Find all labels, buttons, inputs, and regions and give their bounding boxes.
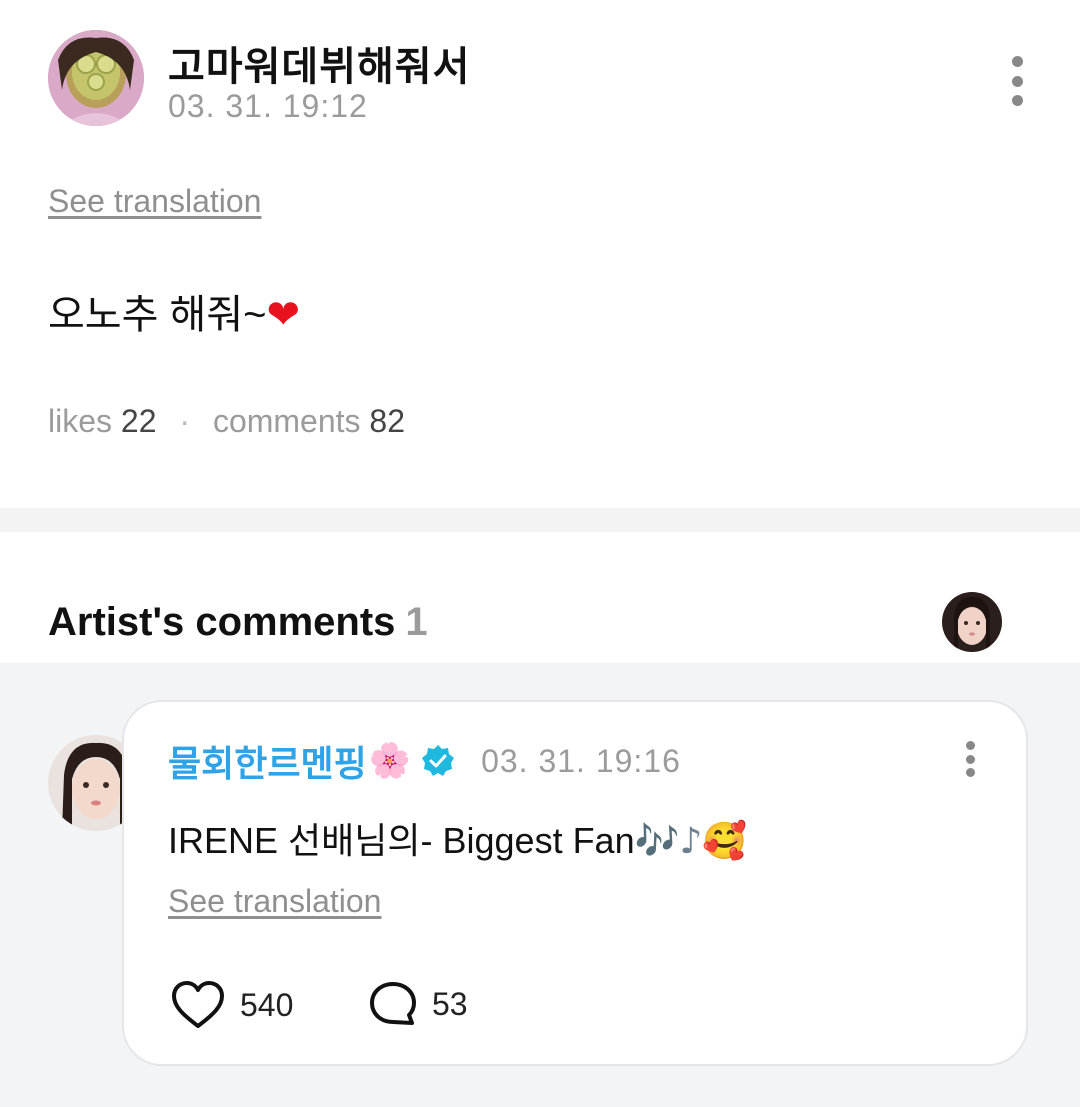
post-body-text: 오노추 해줘~ <box>48 293 267 337</box>
artist-comments-label: Artist's comments <box>48 600 396 644</box>
music-notes-emoji: 🎶♪ <box>634 821 703 862</box>
likes-label: likes <box>48 403 113 439</box>
author-name[interactable]: 고마워데뷔해줘서 <box>168 34 470 92</box>
artist-comments-title: Artist's comments 1 <box>48 600 428 645</box>
post-see-translation-link[interactable]: See translation <box>48 183 261 220</box>
post-header: 고마워데뷔해줘서 03. 31. 19:12 <box>0 0 1080 150</box>
heart-emoji: ❤ <box>266 292 300 338</box>
comments-count: 82 <box>369 403 406 439</box>
more-vertical-icon[interactable] <box>1005 56 1029 106</box>
comment-timestamp: 03. 31. 19:16 <box>481 742 681 779</box>
artist-avatar[interactable] <box>942 592 1002 652</box>
comment-header: 물회한르멘핑 🌸 03. 31. 19:16 <box>168 736 681 786</box>
post-timestamp: 03. 31. 19:12 <box>168 88 368 124</box>
like-button[interactable]: 540 <box>170 980 293 1030</box>
likes-count: 22 <box>120 403 157 439</box>
more-vertical-icon[interactable] <box>958 741 982 777</box>
post-stats: likes 22 · comments 82 <box>48 403 405 440</box>
comment-body: IRENE 선배님의- Biggest Fan🎶♪🥰 <box>168 812 747 864</box>
post-detail-page: 고마워데뷔해줘서 03. 31. 19:12 See translation 오… <box>0 0 1080 1107</box>
stats-separator: · <box>179 403 191 439</box>
verified-badge-icon <box>421 744 455 778</box>
comment-body-text: IRENE 선배님의- Biggest Fan <box>168 820 635 861</box>
like-count: 540 <box>240 986 294 1023</box>
cherry-blossom-emoji: 🌸 <box>368 741 412 781</box>
speech-bubble-icon <box>370 982 416 1025</box>
comment-see-translation-link[interactable]: See translation <box>168 883 381 920</box>
author-avatar[interactable] <box>48 30 144 126</box>
commenter-name[interactable]: 물회한르멘핑 <box>168 735 367 787</box>
section-divider <box>0 508 1080 532</box>
reply-button[interactable]: 53 <box>368 980 468 1028</box>
reply-count: 53 <box>432 985 468 1022</box>
post-body: 오노추 해줘~❤ <box>48 282 300 340</box>
heart-outline-icon <box>172 981 224 1028</box>
smiling-face-with-hearts-emoji: 🥰 <box>702 821 748 862</box>
comments-label: comments <box>212 403 361 439</box>
artist-comments-count: 1 <box>405 600 428 644</box>
